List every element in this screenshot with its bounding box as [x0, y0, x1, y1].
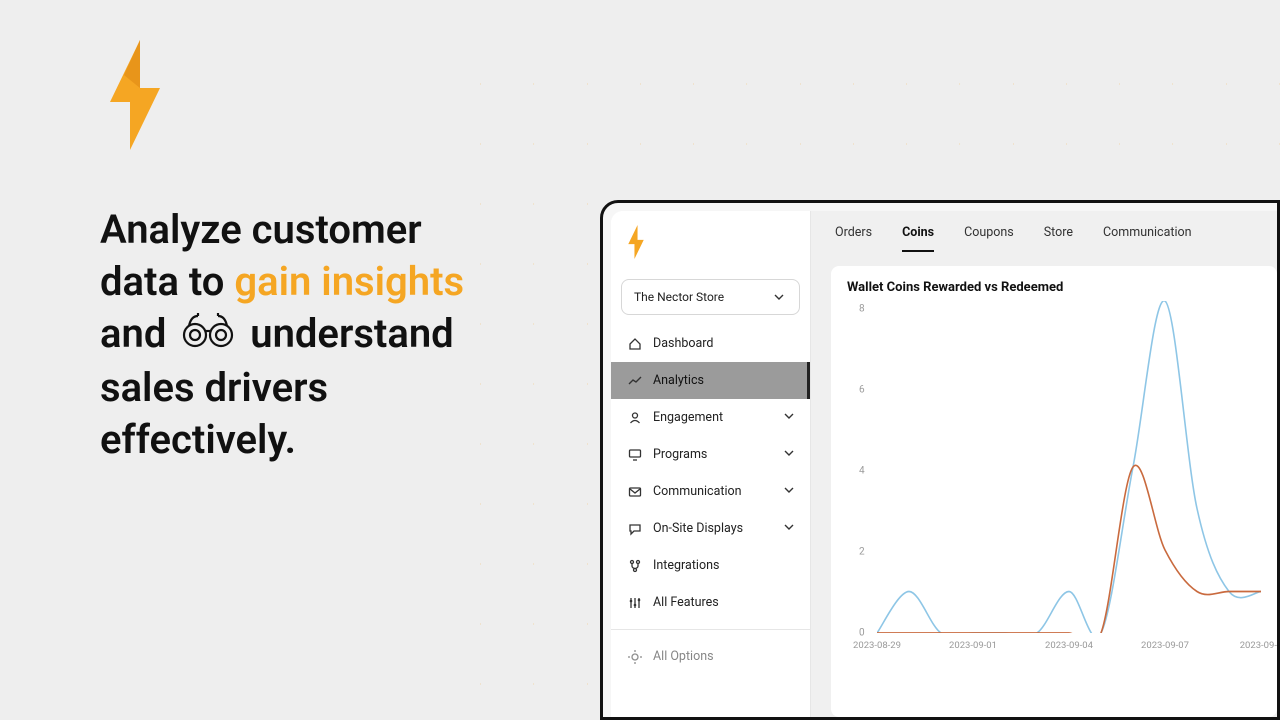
sidebar-divider — [611, 629, 810, 630]
x-axis-tick: 2023-08-29 — [853, 640, 901, 651]
user-icon — [627, 411, 643, 425]
sidebar: The Nector Store Dashboard Analytics Engag… — [611, 211, 811, 717]
tab-communication[interactable]: Communication — [1103, 225, 1192, 252]
sliders-icon — [627, 596, 643, 610]
tab-coins[interactable]: Coins — [902, 225, 934, 252]
sidebar-item-analytics[interactable]: Analytics — [611, 362, 810, 399]
tab-coupons[interactable]: Coupons — [964, 225, 1014, 252]
tab-orders[interactable]: Orders — [835, 225, 872, 252]
y-axis-tick: 2 — [859, 547, 865, 558]
sidebar-item-communication[interactable]: Communication — [611, 473, 810, 510]
series-redeemed — [877, 465, 1261, 633]
chart-title: Wallet Coins Rewarded vs Redeemed — [847, 280, 1261, 295]
sidebar-item-label: Engagement — [653, 410, 723, 425]
branch-icon — [627, 559, 643, 573]
chevron-down-icon — [784, 410, 794, 425]
chevron-down-icon — [784, 521, 794, 536]
sidebar-item-label: Integrations — [653, 558, 719, 573]
mail-icon — [627, 485, 643, 499]
sidebar-item-on-site-displays[interactable]: On-Site Displays — [611, 510, 810, 547]
chart-card: Wallet Coins Rewarded vs Redeemed 0 2 4 6 8 2… — [831, 266, 1277, 717]
series-rewarded — [877, 301, 1261, 633]
app-frame: The Nector Store Dashboard Analytics Engag… — [600, 200, 1280, 720]
chevron-down-icon — [784, 447, 794, 462]
sidebar-item-integrations[interactable]: Integrations — [611, 547, 810, 584]
sidebar-item-label: Programs — [653, 447, 707, 462]
chevron-down-icon — [771, 292, 787, 302]
store-select[interactable]: The Nector Store — [621, 279, 800, 315]
y-axis-tick: 4 — [859, 466, 865, 477]
sidebar-item-label: All Options — [653, 649, 714, 664]
tab-store[interactable]: Store — [1044, 225, 1073, 252]
sidebar-item-label: All Features — [653, 595, 719, 610]
sidebar-logo — [625, 225, 796, 263]
store-select-label: The Nector Store — [634, 290, 724, 304]
chat-icon — [627, 522, 643, 536]
headline-accent: gain insights — [234, 258, 464, 305]
headline: Analyze customer data to gain insights a… — [100, 204, 500, 466]
chart-area: 0 2 4 6 8 2023-08-29 2023-09-01 2023-09-04 2023-… — [847, 301, 1261, 651]
sidebar-item-all-features[interactable]: All Features — [611, 584, 810, 621]
x-axis-tick: 2023-09-01 — [949, 640, 997, 651]
y-axis-tick: 6 — [859, 385, 865, 396]
brand-logo — [100, 40, 170, 154]
sidebar-nav: Dashboard Analytics Engagement Programs Comm… — [611, 325, 810, 621]
main-panel: Orders Coins Coupons Store Communication Wal… — [811, 211, 1277, 717]
sidebar-item-label: Dashboard — [653, 336, 713, 351]
gear-icon — [627, 650, 643, 664]
binoculars-icon — [180, 310, 236, 362]
tab-bar: Orders Coins Coupons Store Communication — [811, 211, 1277, 252]
sidebar-item-engagement[interactable]: Engagement — [611, 399, 810, 436]
home-icon — [627, 337, 643, 351]
y-axis-tick: 0 — [859, 628, 865, 639]
sidebar-item-dashboard[interactable]: Dashboard — [611, 325, 810, 362]
sidebar-item-all-options[interactable]: All Options — [611, 638, 810, 675]
chevron-down-icon — [784, 484, 794, 499]
sidebar-item-label: On-Site Displays — [653, 521, 743, 536]
monitor-icon — [627, 448, 643, 462]
headline-part-2: and — [100, 310, 176, 357]
x-axis-tick: 2023-09-1 — [1240, 640, 1277, 651]
y-axis-tick: 8 — [859, 304, 865, 315]
sidebar-item-label: Analytics — [653, 373, 704, 388]
chart-icon — [627, 374, 643, 388]
x-axis-tick: 2023-09-04 — [1045, 640, 1093, 651]
sidebar-item-programs[interactable]: Programs — [611, 436, 810, 473]
sidebar-item-label: Communication — [653, 484, 742, 499]
x-axis-tick: 2023-09-07 — [1141, 640, 1189, 651]
